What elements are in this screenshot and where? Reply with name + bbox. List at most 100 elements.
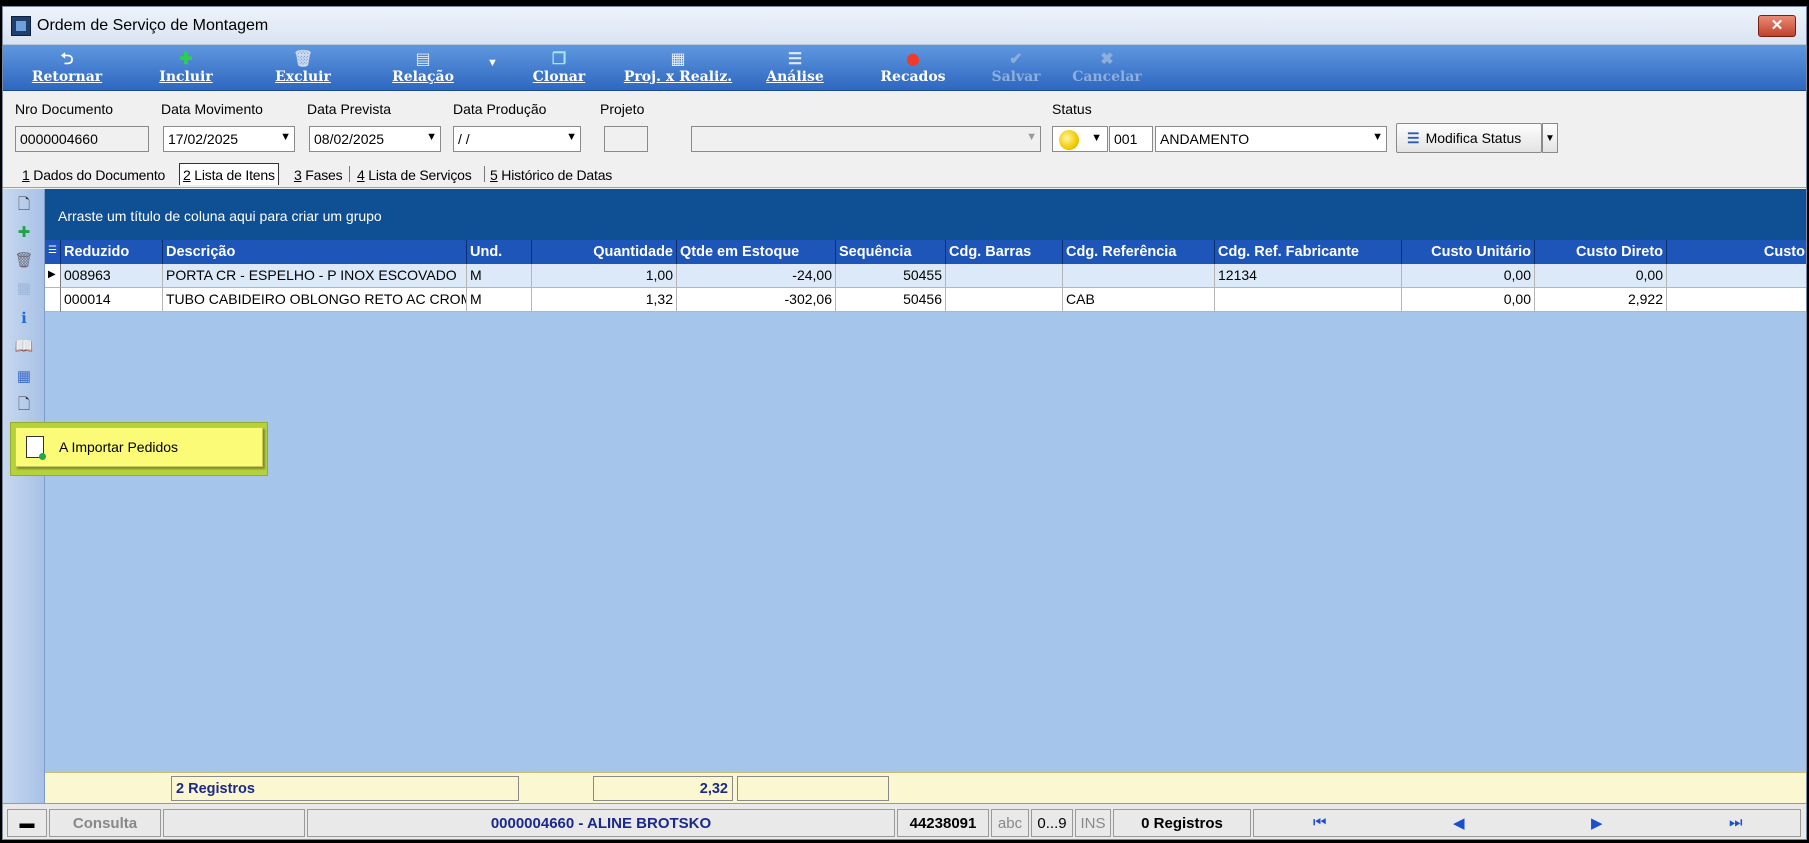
status-code-field[interactable]: 001 [1109,126,1153,152]
cell-cdg-barras[interactable] [946,288,1063,312]
abc-indicator: abc [991,809,1029,837]
col-quantidade[interactable]: Quantidade [532,240,677,264]
projeto-code-field[interactable] [604,126,648,152]
cell-cdg-referencia[interactable] [1063,264,1215,288]
chevron-down-icon[interactable]: ▼ [566,131,577,143]
cell-custo[interactable] [1667,264,1806,288]
tab-dados-documento[interactable]: 1 Dados do Documento [19,164,168,186]
info-icon[interactable]: ℹ [14,309,34,329]
status-light-selector[interactable]: ▼ [1052,126,1108,152]
document-user-indicator: 0000004660 - ALINE BROTSKO [307,809,895,837]
cell-sequencia[interactable]: 50456 [836,288,946,312]
book-icon[interactable]: 📖 [14,337,34,357]
col-custo[interactable]: Custo [1667,240,1806,264]
analise-button[interactable]: ☰ Análise [759,47,831,89]
status-value-combo[interactable]: ANDAMENTO ▼ [1155,126,1387,152]
cell-quantidade[interactable]: 1,32 [532,288,677,312]
cell-custo-direto[interactable]: 0,00 [1535,264,1667,288]
nro-documento-field[interactable]: 0000004660 [15,126,149,152]
cell-qtde-estoque[interactable]: -24,00 [677,264,836,288]
col-custo-direto[interactable]: Custo Direto [1535,240,1667,264]
data-prevista-field[interactable]: 08/02/2025 ▼ [309,126,441,152]
first-record-icon[interactable]: ⏮ [1313,814,1327,831]
import-document-icon[interactable]: 🗋 [14,395,34,415]
col-und[interactable]: Und. [467,240,532,264]
window-title: Ordem de Serviço de Montagem [37,17,269,34]
mode-indicator: Consulta [49,809,161,837]
relacao-dropdown-icon[interactable]: ▼ [487,57,498,69]
cell-descricao[interactable]: TUBO CABIDEIRO OBLONGO RETO AC CROMADO [163,288,467,312]
cancelar-button[interactable]: ✖ Cancelar [1067,47,1147,89]
grid-settings-icon[interactable]: ▦ [14,367,34,387]
cell-reduzido[interactable]: 000014 [61,288,163,312]
cell-custo[interactable] [1667,288,1806,312]
cell-qtde-estoque[interactable]: -302,06 [677,288,836,312]
list-icon: ☰ [1407,130,1420,146]
projeto-description-combo[interactable]: ▼ [691,126,1041,152]
column-chooser-icon[interactable]: ☰ [45,240,61,264]
keyboard-icon: ▬ [7,809,47,837]
tab-lista-servicos[interactable]: 4 Lista de Serviços [354,164,475,186]
last-record-icon[interactable]: ⏭ [1729,814,1743,831]
modifica-status-button[interactable]: ☰ Modifica Status [1396,123,1542,153]
salvar-button[interactable]: ✔ Salvar [981,47,1051,89]
excluir-button[interactable]: 🗑 Excluir [271,47,335,89]
modifica-status-dropdown[interactable]: ▼ [1542,123,1558,153]
new-document-icon[interactable]: 🗋 [14,195,34,215]
data-movimento-field[interactable]: 17/02/2025 ▼ [163,126,295,152]
importar-pedidos-menu-item[interactable]: A Importar Pedidos [15,427,263,467]
col-cdg-ref-fabricante[interactable]: Cdg. Ref. Fabricante [1215,240,1402,264]
col-cdg-referencia[interactable]: Cdg. Referência [1063,240,1215,264]
nro-documento-label: Nro Documento [15,101,114,117]
cell-quantidade[interactable]: 1,00 [532,264,677,288]
cell-cdg-ref-fabricante[interactable] [1215,288,1402,312]
grid-delete-icon[interactable]: ▦ [14,279,34,299]
relacao-button[interactable]: ▤ Relação [385,47,461,89]
col-cdg-barras[interactable]: Cdg. Barras [946,240,1063,264]
table-row[interactable]: ▶ 008963 PORTA CR - ESPELHO - P INOX ESC… [45,264,1806,288]
cell-sequencia[interactable]: 50455 [836,264,946,288]
cell-und[interactable]: M [467,264,532,288]
chevron-down-icon[interactable]: ▼ [1372,131,1383,143]
close-button[interactable]: ✕ [1758,15,1796,37]
incluir-button[interactable]: ✚ Incluir [153,47,219,89]
chevron-down-icon[interactable]: ▼ [426,131,437,143]
ins-indicator: INS [1075,809,1111,837]
next-record-icon[interactable]: ▶ [1591,814,1603,832]
cell-custo-direto[interactable]: 2,922 [1535,288,1667,312]
items-grid: Arraste um título de coluna aqui para cr… [45,189,1806,803]
trash-icon[interactable]: 🗑 [14,251,34,271]
cell-reduzido[interactable]: 008963 [61,264,163,288]
status-field [163,809,305,837]
col-custo-unitario[interactable]: Custo Unitário [1402,240,1535,264]
group-by-panel[interactable]: Arraste um título de coluna aqui para cr… [45,189,1806,240]
cell-cdg-ref-fabricante[interactable]: 12134 [1215,264,1402,288]
cell-custo-unitario[interactable]: 0,00 [1402,288,1535,312]
add-circle-icon[interactable]: ✚ [14,223,34,243]
retornar-button[interactable]: ⮌ Retornar [27,47,107,89]
tab-lista-itens[interactable]: 2 Lista de Itens [179,163,279,185]
navigation-panel [1253,809,1801,837]
cell-cdg-referencia[interactable]: CAB [1063,288,1215,312]
col-reduzido[interactable]: Reduzido [61,240,163,264]
col-qtde-estoque[interactable]: Qtde em Estoque [677,240,836,264]
cell-descricao[interactable]: PORTA CR - ESPELHO - P INOX ESCOVADO [163,264,467,288]
chevron-down-icon[interactable]: ▼ [280,131,291,143]
clonar-button[interactable]: ❐ Clonar [527,47,591,89]
cell-cdg-barras[interactable] [946,264,1063,288]
tab-historico-datas[interactable]: 5 Histórico de Datas [487,164,615,186]
recados-button[interactable]: ● Recados [873,47,953,89]
table-row[interactable]: 000014 TUBO CABIDEIRO OBLONGO RETO AC CR… [45,288,1806,312]
previous-record-icon[interactable]: ◀ [1453,814,1465,832]
col-descricao[interactable]: Descrição [163,240,467,264]
cancel-x-icon: ✖ [1100,49,1114,68]
chevron-down-icon[interactable]: ▼ [1026,131,1037,143]
status-bar: ▬ Consulta 0000004660 - ALINE BROTSKO 44… [3,803,1806,839]
proj-realiz-button[interactable]: ▦ Proj. x Realiz. [619,47,737,89]
cell-und[interactable]: M [467,288,532,312]
data-producao-field[interactable]: / / ▼ [453,126,581,152]
cell-custo-unitario[interactable]: 0,00 [1402,264,1535,288]
col-sequencia[interactable]: Sequência [836,240,946,264]
chevron-down-icon[interactable]: ▼ [1091,132,1102,144]
tab-fases[interactable]: 3 Fases [291,164,345,186]
